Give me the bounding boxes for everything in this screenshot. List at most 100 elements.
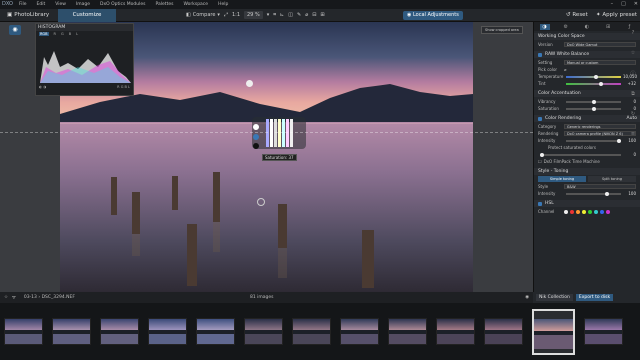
rendering-intensity-slider[interactable] [566, 138, 621, 143]
info-icon[interactable]: ⓘ [630, 70, 635, 77]
tab-customize[interactable]: Customize [58, 8, 116, 22]
wb-setting-select[interactable]: Manual or custom [564, 60, 636, 65]
nik-collection-button[interactable]: Nik Collection [536, 294, 573, 301]
rendering-select[interactable]: DxO camera profile (NIKON Z 6) [564, 131, 636, 136]
hist-mode-b[interactable]: B [69, 32, 71, 36]
protect-value[interactable]: 0 [623, 152, 636, 157]
thumbnail[interactable] [148, 318, 187, 345]
swatch-green[interactable] [588, 209, 592, 214]
straighten-icon[interactable]: ⊾ [280, 12, 284, 18]
version-select[interactable]: DxO Wide Gamut [564, 42, 636, 47]
swatch-yellow[interactable] [582, 209, 586, 214]
pin-icon[interactable] [246, 80, 253, 87]
tab-detail[interactable]: ◐ [582, 24, 592, 30]
close-button[interactable]: ✕ [634, 0, 638, 9]
enable-toggle-icon[interactable] [538, 201, 542, 206]
apply-preset-button[interactable]: ✦ Apply preset [596, 9, 637, 22]
toning-intensity-slider[interactable] [566, 191, 621, 196]
temperature-slider[interactable] [566, 74, 621, 79]
local-adjustments-badge-icon[interactable]: ◉ [9, 25, 21, 35]
hist-mode-rgb[interactable]: RGB [39, 32, 49, 36]
section-header[interactable]: Working Color Space [534, 33, 640, 40]
ratio-button[interactable]: 1:1 [232, 12, 240, 18]
copy-icon[interactable]: ⧉ [631, 91, 635, 97]
repair-icon[interactable]: ✎ [297, 12, 301, 18]
filter-icon[interactable]: ⛛ [12, 295, 16, 301]
star-icon[interactable]: ☆ [631, 50, 635, 56]
split-toning-button[interactable]: Split toning [588, 176, 636, 182]
thumbnail[interactable] [436, 318, 475, 345]
tab-light[interactable]: ◑ [539, 23, 550, 30]
tab-color[interactable]: ⚙ [561, 24, 571, 30]
thumbnail[interactable] [244, 318, 283, 345]
grid-icon[interactable]: ⊞ [320, 12, 324, 18]
maximize-button[interactable]: □ [621, 0, 626, 9]
local-adjustments-button[interactable]: ◉ Local Adjustments [403, 11, 463, 20]
stars-icon[interactable]: ☆ [4, 295, 8, 300]
hist-mode-r[interactable]: R [54, 32, 56, 36]
rendering-intensity-value[interactable]: 100 [623, 138, 636, 143]
channel-swatches[interactable] [564, 209, 610, 214]
hist-clipping-toggles[interactable]: ◐ ◑ [39, 85, 46, 89]
saturation-slider[interactable] [566, 106, 621, 111]
enable-toggle-icon[interactable] [538, 116, 542, 121]
style-select[interactable]: B&W [564, 184, 636, 189]
minimize-button[interactable]: – [611, 0, 614, 9]
zoom-select[interactable]: 29 % [244, 11, 263, 19]
thumbnail[interactable] [52, 318, 91, 345]
section-header[interactable]: Color Rendering Auto [534, 115, 640, 122]
swatch-all[interactable] [564, 209, 568, 214]
category-select[interactable]: Generic renderings [564, 124, 636, 129]
protect-slider[interactable] [540, 152, 621, 157]
menu-help[interactable]: Help [213, 0, 233, 9]
thumbnail[interactable] [196, 318, 235, 345]
export-to-disk-button[interactable]: Export to disk [575, 294, 614, 301]
enable-toggle-icon[interactable] [538, 52, 542, 57]
swatch-orange[interactable] [576, 209, 580, 214]
simple-toning-button[interactable]: Simple toning [538, 176, 586, 182]
thumbnail[interactable] [388, 318, 427, 345]
compare-button[interactable]: ◧ Compare ▾ [186, 12, 220, 18]
swatch-aqua[interactable] [594, 209, 598, 214]
fit-button[interactable]: ⤢ [224, 12, 228, 18]
histogram-palette[interactable]: HISTOGRAM RGB R G B L ◐ ◑ R G B L [35, 23, 134, 96]
section-header[interactable]: Color Accentuation [534, 90, 640, 97]
swatch-magenta[interactable] [606, 209, 610, 214]
tab-geometry[interactable]: ⊞ [603, 24, 613, 30]
metadata-icon[interactable]: ≡ [631, 131, 635, 137]
swatch-blue[interactable] [600, 209, 604, 214]
thumbnail[interactable] [584, 318, 623, 345]
menu-workspace[interactable]: Workspace [178, 0, 213, 9]
tab-photolibrary[interactable]: ▣ PhotoLibrary [0, 9, 58, 22]
toning-intensity-value[interactable]: 100 [623, 191, 636, 196]
zoom-chevron-icon[interactable]: ▾ [267, 12, 270, 18]
thumbnail[interactable] [484, 318, 523, 345]
eyedropper-icon[interactable]: ⌀ [564, 67, 566, 72]
tab-effects[interactable]: ƒ [624, 24, 634, 30]
history-icon[interactable]: ↻ [631, 111, 635, 117]
eyedropper-icon[interactable]: ⌀ [305, 12, 308, 18]
perspective-icon[interactable]: ◫ [288, 12, 293, 18]
filmstrip[interactable] [0, 303, 640, 360]
reset-button[interactable]: ↺ Reset [566, 9, 588, 22]
section-header[interactable]: HSL [534, 200, 640, 207]
color-selector-wheel[interactable] [252, 117, 306, 149]
hist-mode-l[interactable]: L [76, 32, 78, 36]
thumbnail[interactable] [340, 318, 379, 345]
section-header[interactable]: RAW White Balance [534, 51, 640, 58]
hist-mode-g[interactable]: G [61, 32, 64, 36]
control-point-icon[interactable] [257, 198, 265, 206]
tint-slider[interactable] [566, 81, 621, 86]
thumbnail[interactable] [4, 318, 43, 345]
filmstrip-toggle-icon[interactable]: ◉ [525, 295, 529, 300]
horizon-icon[interactable]: ⊟ [312, 12, 316, 18]
swatch-red[interactable] [570, 209, 574, 214]
section-header[interactable]: Style - Toning [534, 168, 640, 175]
thumbnail[interactable] [100, 318, 139, 345]
menu-palettes[interactable]: Palettes [151, 0, 179, 9]
show-cropped-area-button[interactable]: Show cropped area [481, 26, 523, 34]
vibrancy-slider[interactable] [566, 99, 621, 104]
help-icon[interactable]: ? [632, 30, 635, 36]
checkbox-icon[interactable]: ☐ [538, 159, 542, 164]
thumbnail-selected[interactable] [532, 308, 575, 355]
